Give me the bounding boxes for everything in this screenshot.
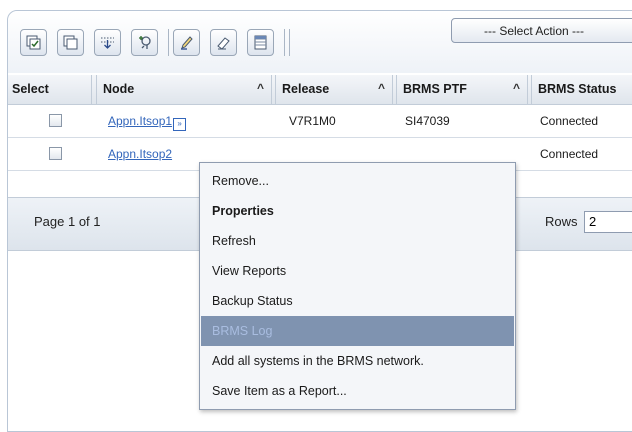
toolbar-separator	[284, 29, 285, 56]
column-header-release-label: Release	[282, 82, 330, 96]
find-button[interactable]	[131, 29, 158, 56]
edit-sort-button[interactable]	[173, 29, 200, 56]
select-all-button[interactable]	[20, 29, 47, 56]
column-header-select: Select	[8, 75, 92, 104]
rows-per-page-input[interactable]: 2	[584, 211, 632, 233]
find-icon	[139, 36, 151, 49]
table-options-icon	[254, 35, 267, 50]
sort-ascending-icon[interactable]: ^	[378, 81, 385, 95]
rows-label: Rows	[545, 214, 578, 229]
menu-item-backup-status[interactable]: Backup Status	[201, 286, 514, 316]
column-header-release[interactable]: Release ^	[275, 75, 393, 104]
table-header-row: Select Node ^ Release ^ BRMS PTF ^ BRMS …	[8, 75, 632, 105]
context-menu: Remove... Properties Refresh View Report…	[199, 162, 516, 410]
column-header-node[interactable]: Node ^	[96, 75, 272, 104]
node-cell: Appn.Itsop2	[108, 147, 172, 161]
column-header-brms-ptf[interactable]: BRMS PTF ^	[396, 75, 528, 104]
expand-all-button[interactable]	[94, 29, 121, 56]
brms-status-cell: Connected	[540, 114, 599, 128]
brms-status-cell: Connected	[540, 147, 599, 161]
node-cell: Appn.Itsop1»	[108, 114, 187, 131]
page-info: Page 1 of 1	[34, 214, 101, 229]
column-header-brms-ptf-label: BRMS PTF	[403, 82, 467, 96]
select-action-dropdown[interactable]: --- Select Action ---	[451, 18, 632, 43]
sort-ascending-icon[interactable]: ^	[513, 81, 520, 95]
menu-item-add-all-systems[interactable]: Add all systems in the BRMS network.	[201, 346, 514, 376]
edit-sort-icon	[181, 36, 193, 50]
menu-item-save-as-report[interactable]: Save Item as a Report...	[201, 376, 514, 406]
toolbar-separator	[289, 29, 290, 56]
release-cell: V7R1M0	[289, 114, 336, 128]
menu-item-remove[interactable]: Remove...	[201, 166, 514, 196]
row-select-checkbox[interactable]	[49, 114, 62, 127]
row-select-checkbox[interactable]	[49, 147, 62, 160]
menu-item-refresh[interactable]: Refresh	[201, 226, 514, 256]
sort-ascending-icon[interactable]: ^	[257, 81, 264, 95]
menu-item-brms-log[interactable]: BRMS Log	[201, 316, 514, 346]
row-menu-icon[interactable]: »	[173, 118, 187, 131]
clear-sort-button[interactable]	[210, 29, 237, 56]
column-header-brms-status-label: BRMS Status	[538, 82, 617, 96]
deselect-all-button[interactable]	[57, 29, 84, 56]
node-link[interactable]: Appn.Itsop2	[108, 147, 172, 161]
toolbar-separator	[168, 29, 169, 56]
brms-ptf-cell: SI47039	[405, 114, 450, 128]
menu-item-properties[interactable]: Properties	[201, 196, 514, 226]
node-link[interactable]: Appn.Itsop1	[108, 114, 172, 128]
deselect-all-icon	[63, 35, 78, 50]
select-all-icon	[26, 35, 41, 50]
column-header-node-label: Node	[103, 82, 135, 96]
menu-item-view-reports[interactable]: View Reports	[201, 256, 514, 286]
column-header-brms-status[interactable]: BRMS Status	[531, 75, 632, 104]
clear-sort-icon	[217, 37, 230, 50]
table-row: Appn.Itsop1» V7R1M0 SI47039 Connected	[8, 105, 632, 138]
table-options-button[interactable]	[247, 29, 274, 56]
expand-all-icon	[101, 37, 114, 49]
